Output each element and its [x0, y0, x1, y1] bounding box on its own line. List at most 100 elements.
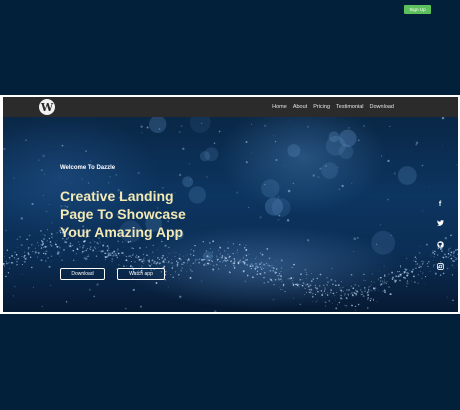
particle-dot: [315, 301, 317, 303]
sparkle-dot: [251, 152, 253, 154]
particle-dot: [109, 252, 111, 254]
particle-dot: [152, 251, 154, 253]
particle-dot: [122, 241, 124, 243]
particle-dot: [139, 247, 141, 249]
particle-dot: [260, 273, 262, 275]
sparkle-dot: [274, 140, 277, 143]
particle-dot: [134, 261, 136, 263]
bokeh-circle: [182, 176, 194, 188]
particle-dot: [322, 292, 323, 294]
particle-dot: [263, 277, 265, 279]
particle-dot: [223, 250, 226, 252]
particle-dot: [108, 251, 110, 253]
particle-dot: [227, 247, 229, 249]
particle-dot: [48, 237, 51, 240]
particle-dot: [452, 255, 455, 257]
sparkle-dot: [146, 126, 149, 129]
sparkle-dot: [51, 222, 53, 224]
particle-dot: [99, 241, 101, 243]
download-button[interactable]: Download: [60, 268, 105, 280]
particle-dot: [94, 246, 96, 248]
particle-dot: [40, 244, 42, 246]
particle-dot: [10, 259, 12, 261]
particle-dot: [151, 259, 154, 262]
instagram-icon[interactable]: [436, 257, 444, 275]
particle-dot: [69, 243, 71, 245]
sparkle-dot: [25, 139, 27, 142]
particle-dot: [344, 293, 346, 295]
particle-dot: [176, 260, 178, 262]
sparkle-dot: [341, 184, 344, 188]
particle-dot: [224, 264, 227, 267]
particle-dot: [208, 242, 211, 244]
particle-dot: [15, 258, 17, 261]
sparkle-dot: [348, 127, 350, 129]
particle-dot: [107, 253, 109, 255]
sparkle-dot: [389, 125, 391, 127]
particle-dot: [339, 287, 341, 289]
particle-dot: [364, 291, 365, 292]
github-icon[interactable]: [436, 235, 444, 253]
particle-dot: [8, 257, 11, 259]
signup-button[interactable]: Sign Up: [404, 5, 431, 14]
particle-dot: [456, 253, 458, 255]
particle-dot: [323, 290, 325, 292]
nav-link-pricing[interactable]: Pricing: [313, 104, 330, 110]
watch-app-button[interactable]: Watch app: [117, 268, 165, 280]
particle-dot: [374, 290, 376, 292]
particle-dot: [386, 280, 388, 282]
nav-link-about[interactable]: About: [293, 104, 307, 110]
particle-dot: [180, 259, 182, 261]
nav-link-download[interactable]: Download: [370, 104, 394, 110]
particle-dot: [388, 273, 390, 275]
particle-dot: [168, 246, 170, 249]
sparkle-dot: [250, 123, 253, 125]
nav-link-testimonial[interactable]: Testimonial: [336, 104, 364, 110]
sparkle-dot: [277, 196, 279, 198]
particle-dot: [325, 302, 327, 303]
particle-dot: [282, 284, 285, 287]
nav-link-home[interactable]: Home: [272, 104, 287, 110]
particle-dot: [396, 271, 399, 273]
particle-dot: [400, 266, 402, 268]
particle-dot: [325, 305, 327, 307]
particle-dot: [367, 294, 370, 296]
particle-dot: [167, 262, 169, 264]
particle-dot: [45, 247, 47, 248]
particle-dot: [337, 284, 340, 287]
wordpress-logo-icon[interactable]: W: [39, 99, 55, 115]
particle-dot: [305, 291, 307, 293]
particle-dot: [453, 267, 455, 268]
particle-dot: [59, 246, 60, 247]
particle-dot: [335, 284, 337, 287]
particle-dot: [299, 283, 300, 285]
particle-dot: [274, 272, 276, 274]
particle-dot: [11, 254, 14, 257]
particle-dot: [175, 271, 177, 273]
particle-dot: [450, 255, 452, 257]
particle-dot: [291, 282, 294, 284]
particle-dot: [189, 260, 190, 261]
particle-dot: [233, 267, 236, 269]
particle-dot: [219, 253, 221, 255]
particle-dot: [228, 271, 231, 273]
sparkle-dot: [13, 177, 15, 179]
particle-dot: [210, 260, 213, 262]
particle-dot: [190, 253, 192, 256]
particle-dot: [150, 265, 152, 267]
particle-dot: [278, 275, 280, 277]
particle-dot: [382, 290, 384, 292]
sparkle-dot: [417, 282, 419, 284]
particle-dot: [192, 250, 195, 252]
twitter-icon[interactable]: [436, 213, 444, 231]
particle-dot: [421, 260, 423, 263]
sparkle-dot: [58, 176, 60, 179]
facebook-icon[interactable]: f: [439, 201, 441, 209]
particle-dot: [456, 248, 458, 251]
particle-dot: [274, 278, 277, 281]
sparkle-dot: [132, 288, 135, 292]
particle-dot: [3, 265, 6, 267]
particle-dot: [457, 264, 458, 266]
particle-dot: [338, 301, 341, 304]
particle-dot: [384, 279, 385, 281]
